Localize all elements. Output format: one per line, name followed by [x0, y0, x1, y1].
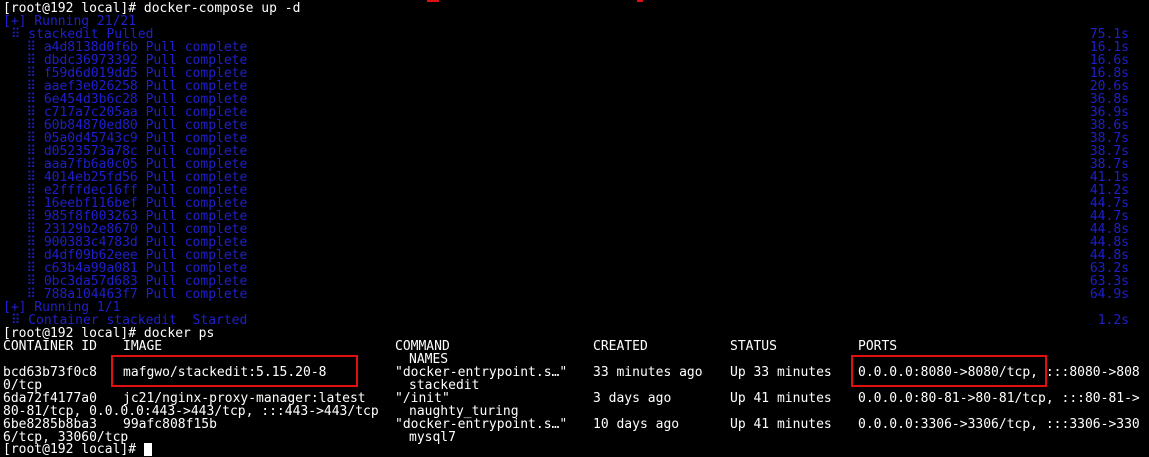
row-1-status: Up 33 minutes — [730, 365, 832, 380]
row-2-ports: 0.0.0.0:80-81->80-81/tcp, :::80-81-> — [858, 391, 1140, 406]
header-created: CREATED — [593, 339, 648, 354]
header-image: IMAGE — [123, 339, 163, 354]
row-3-status: Up 41 minutes — [730, 417, 832, 432]
row-3-created: 10 days ago — [593, 417, 680, 432]
header-ports: PORTS — [858, 339, 898, 354]
header-status: STATUS — [730, 339, 777, 354]
layer-time: 64.9s — [1089, 287, 1129, 302]
annotation-mark — [427, 0, 439, 2]
command-text: docker-compose up -d — [136, 1, 301, 16]
row-3-ports: 0.0.0.0:3306->3306/tcp, :::3306->330 — [858, 417, 1140, 432]
shell-prompt: [root@192 local]# — [3, 442, 137, 457]
ports-highlight-box — [851, 355, 1047, 387]
row-3-names: mysql7 — [409, 430, 456, 445]
row-1-created: 33 minutes ago — [593, 365, 703, 380]
header-container-id: CONTAINER ID — [3, 339, 97, 354]
annotation-mark — [637, 0, 643, 2]
row-2-status: Up 41 minutes — [730, 391, 832, 406]
row-2-created: 3 days ago — [593, 391, 672, 406]
container-started-time: 1.2s — [1097, 313, 1129, 328]
row-3-image: 99afc808f15b — [123, 417, 217, 432]
terminal-window[interactable]: [root@192 local]# docker-compose up -d [… — [3, 0, 1149, 456]
text-cursor — [143, 443, 152, 456]
row-1-ports-rest: :::8080->808 — [1038, 365, 1140, 380]
layer-line: ⠿ 788a104463f7 Pull complete 64.9s — [3, 288, 1139, 301]
final-prompt-line[interactable]: [root@192 local]# — [3, 443, 152, 456]
image-highlight-box — [111, 355, 358, 387]
